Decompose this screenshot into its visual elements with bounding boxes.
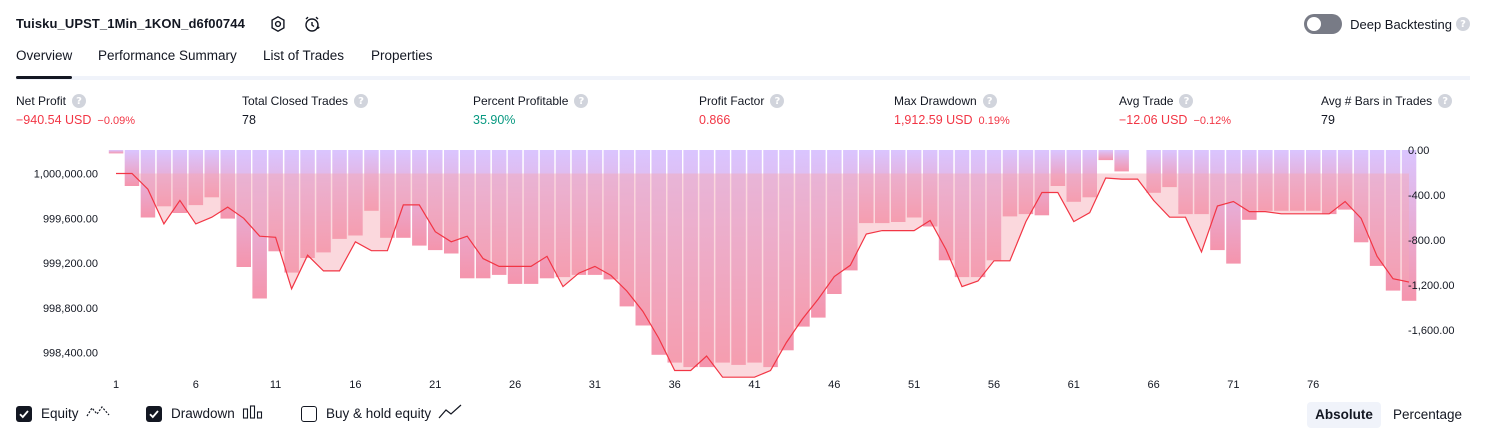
settings-icon[interactable] xyxy=(268,14,288,34)
x-axis-tick-label: 71 xyxy=(1227,379,1239,391)
metric-value: 79 xyxy=(1321,113,1335,127)
metric-value: 78 xyxy=(242,113,256,127)
absolute-button[interactable]: Absolute xyxy=(1307,402,1381,428)
right-axis-tick-label: -400.00 xyxy=(1408,190,1445,202)
x-axis-tick-label: 56 xyxy=(988,379,1000,391)
left-axis: 1,000,000.00 999,600.00 999,200.00 998,800.… xyxy=(34,169,98,360)
drawdown-bar xyxy=(1098,150,1113,161)
view-mode-switch: Absolute Percentage xyxy=(1303,402,1470,428)
drawdown-bars-icon xyxy=(242,404,264,423)
help-icon[interactable]: ? xyxy=(574,94,589,108)
checkbox-checked-icon[interactable] xyxy=(16,405,32,422)
help-icon[interactable]: ? xyxy=(770,94,785,108)
x-axis-tick-label: 6 xyxy=(193,379,199,391)
buy-hold-equity-checkbox[interactable]: Buy & hold equity xyxy=(301,404,462,423)
x-axis-tick-label: 61 xyxy=(1068,379,1080,391)
metric-value: −12.06 USD xyxy=(1119,113,1188,127)
help-icon[interactable]: ? xyxy=(72,94,87,108)
checkbox-unchecked-icon[interactable] xyxy=(301,405,317,422)
drawdown-bar xyxy=(124,150,140,186)
tab-performance-summary[interactable]: Performance Summary xyxy=(98,48,237,72)
metric-percent: −0.09% xyxy=(97,115,136,127)
x-axis-tick-label: 51 xyxy=(908,379,920,391)
percentage-button[interactable]: Percentage xyxy=(1385,402,1470,428)
x-axis-tick-label: 76 xyxy=(1307,379,1319,391)
x-axis-tick-label: 21 xyxy=(429,379,441,391)
metric-title: Total Closed Trades xyxy=(242,94,349,108)
drawdown-bar xyxy=(1114,150,1129,172)
metric-percent: 0.19% xyxy=(978,115,1010,127)
metric-value: 1,912.59 USD xyxy=(894,113,973,127)
tab-overview[interactable]: Overview xyxy=(16,48,73,79)
metric-title: Avg Trade xyxy=(1119,94,1174,108)
report-tabs: Overview Performance Summary List of Tra… xyxy=(16,44,1470,80)
left-axis-tick-label: 1,000,000.00 xyxy=(34,169,98,181)
buy-hold-equity-label: Buy & hold equity xyxy=(326,406,432,421)
equity-line-icon xyxy=(86,404,110,423)
help-icon[interactable]: ? xyxy=(982,94,997,108)
left-axis-tick-label: 998,800.00 xyxy=(43,303,98,315)
metric-percent-profitable: Percent Profitable? 35.90% xyxy=(473,94,589,127)
help-icon[interactable]: ? xyxy=(354,94,369,108)
right-axis-tick-label: 0.00 xyxy=(1408,145,1429,157)
x-axis: 1 6 11 16 21 26 31 36 41 46 51 56 61 66 71 76 xyxy=(113,379,1319,391)
metric-avg-bars-in-trades: Avg # Bars in Trades? 79 xyxy=(1321,94,1453,127)
drawdown-bar xyxy=(108,150,124,154)
x-axis-tick-label: 11 xyxy=(270,379,281,391)
left-axis-tick-label: 999,600.00 xyxy=(43,213,98,225)
metric-title: Max Drawdown xyxy=(894,94,977,108)
equity-checkbox[interactable]: Equity xyxy=(16,404,110,423)
help-icon[interactable]: ? xyxy=(1438,94,1453,108)
report-header: Tuisku_UPST_1Min_1KON_d6f00744 Deep Back… xyxy=(16,12,1470,38)
metric-net-profit: Net Profit? −940.54 USD −0.09% xyxy=(16,94,135,127)
x-axis-tick-label: 16 xyxy=(349,379,361,391)
help-icon[interactable]: ? xyxy=(1179,94,1194,108)
metric-max-drawdown: Max Drawdown? 1,912.59 USD 0.19% xyxy=(894,94,1010,127)
buy-hold-line-icon xyxy=(438,404,462,423)
help-icon[interactable]: ? xyxy=(1456,17,1470,31)
x-axis-tick-label: 1 xyxy=(113,379,119,391)
metric-title: Percent Profitable xyxy=(473,94,569,108)
x-axis-tick-label: 36 xyxy=(669,379,681,391)
tab-list-of-trades[interactable]: List of Trades xyxy=(263,48,344,72)
equity-series xyxy=(116,173,1410,378)
alarm-clock-icon[interactable] xyxy=(302,14,322,34)
metric-percent: −0.12% xyxy=(1193,115,1232,127)
metric-profit-factor: Profit Factor? 0.866 xyxy=(699,94,785,127)
equity-drawdown-area xyxy=(116,173,1409,378)
metric-value: 0.866 xyxy=(699,113,731,127)
toggle-knob xyxy=(1307,17,1322,31)
chart-legend: Equity Drawdown Buy & hold equity Absolu… xyxy=(16,402,1470,428)
x-axis-tick-label: 41 xyxy=(748,379,760,391)
deep-backtesting-toggle[interactable] xyxy=(1304,14,1343,34)
deep-backtesting-label: Deep Backtesting xyxy=(1350,16,1452,32)
x-axis-tick-label: 26 xyxy=(509,379,521,391)
x-axis-tick-label: 66 xyxy=(1147,379,1159,391)
metrics-row: Net Profit? −940.54 USD −0.09% Total Clos… xyxy=(16,94,1470,130)
right-axis-tick-label: -1,200.00 xyxy=(1408,280,1454,292)
strategy-title: Tuisku_UPST_1Min_1KON_d6f00744 xyxy=(16,16,245,31)
deep-backtesting: Deep Backtesting ? xyxy=(1304,12,1470,36)
drawdown-label: Drawdown xyxy=(171,406,235,421)
x-axis-tick-label: 46 xyxy=(828,379,840,391)
metric-value: 35.90% xyxy=(473,113,516,127)
drawdown-checkbox[interactable]: Drawdown xyxy=(146,404,264,423)
left-axis-tick-label: 998,400.00 xyxy=(43,348,98,360)
metric-title: Net Profit xyxy=(16,94,67,108)
metric-title: Profit Factor xyxy=(699,94,765,108)
metric-total-closed-trades: Total Closed Trades? 78 xyxy=(242,94,369,127)
right-axis-tick-label: -1,600.00 xyxy=(1408,325,1454,337)
right-axis-tick-label: -800.00 xyxy=(1408,235,1445,247)
equity-label: Equity xyxy=(41,406,79,421)
x-axis-tick-label: 31 xyxy=(589,379,601,391)
left-axis-tick-label: 999,200.00 xyxy=(43,258,98,270)
checkbox-checked-icon[interactable] xyxy=(146,405,162,422)
metric-value: −940.54 USD xyxy=(16,113,92,127)
tab-properties[interactable]: Properties xyxy=(371,48,433,72)
equity-drawdown-chart[interactable]: 1,000,000.00 999,600.00 999,200.00 998,800.… xyxy=(0,140,1486,395)
metric-title: Avg # Bars in Trades xyxy=(1321,94,1433,108)
metric-avg-trade: Avg Trade? −12.06 USD −0.12% xyxy=(1119,94,1231,127)
drawdown-bar xyxy=(1226,150,1241,264)
